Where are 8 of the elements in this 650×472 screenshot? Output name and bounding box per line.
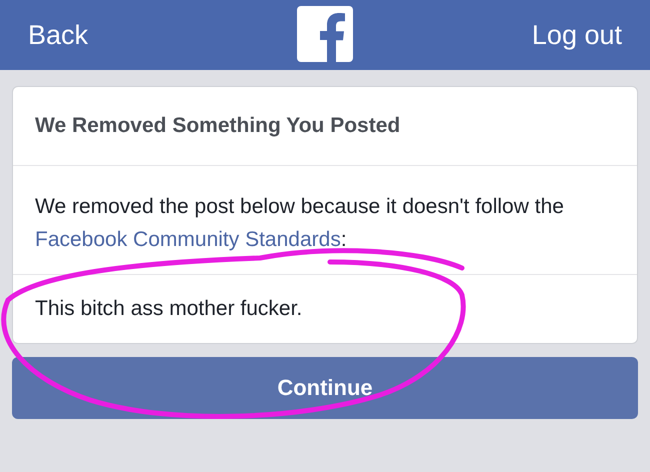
removal-message: We removed the post below because it doesn't follow the Facebook Community Standards: — [13, 166, 637, 275]
back-link[interactable]: Back — [28, 20, 88, 50]
logout-link[interactable]: Log out — [532, 20, 622, 50]
card-title: We Removed Something You Posted — [13, 87, 637, 166]
standards-link[interactable]: Facebook Community Standards — [35, 228, 341, 251]
post-text: This bitch ass mother fucker. — [34, 296, 304, 322]
continue-button[interactable]: Continue — [12, 357, 638, 419]
f-logo-icon — [297, 6, 353, 62]
